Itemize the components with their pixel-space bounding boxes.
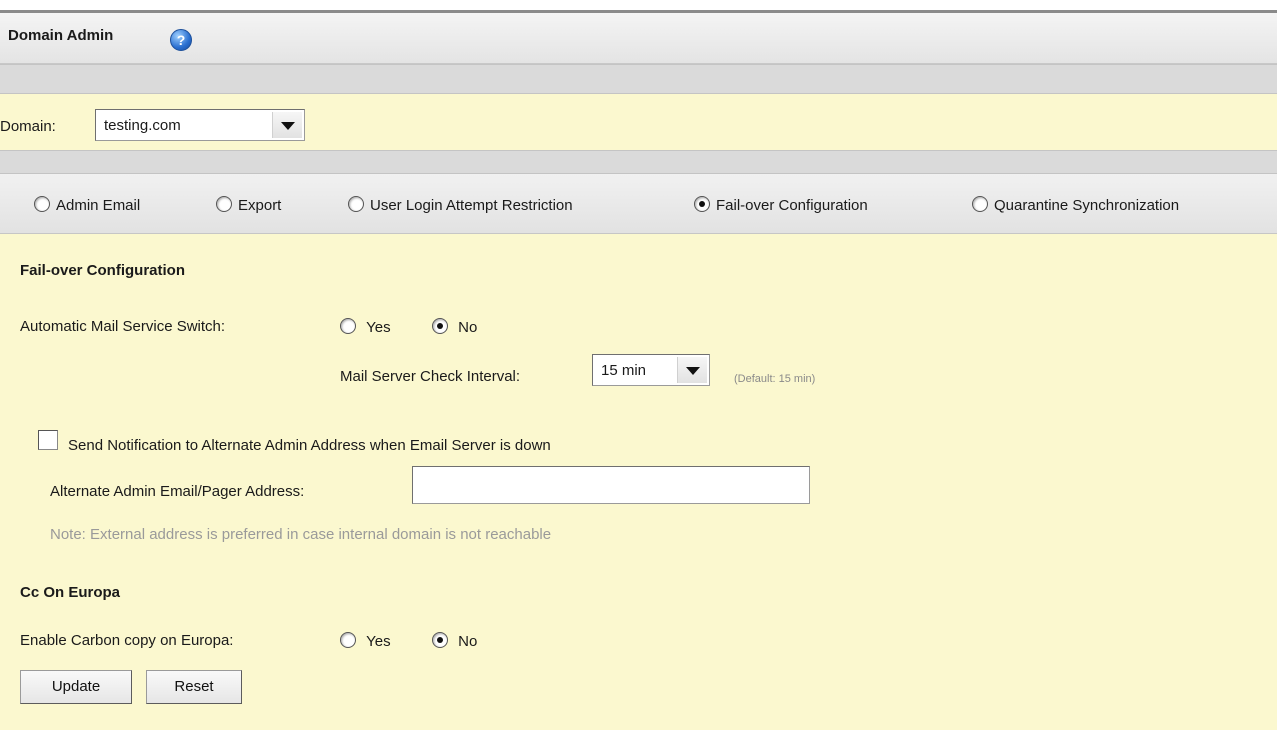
auto-switch-label: Automatic Mail Service Switch: (20, 318, 226, 335)
alt-address-label: Alternate Admin Email/Pager Address: (50, 483, 305, 500)
cc-no-radio[interactable] (432, 632, 448, 648)
page-title: Domain Admin (8, 27, 114, 44)
note-text: Note: External address is preferred in c… (50, 526, 552, 543)
tab-radio[interactable] (694, 196, 710, 212)
check-interval-select[interactable]: 15 min (592, 354, 710, 386)
auto-switch-yes-label: Yes (366, 319, 391, 336)
reset-button[interactable]: Reset (146, 670, 242, 704)
interval-label: Mail Server Check Interval: (340, 368, 521, 385)
tab-label: Admin Email (56, 197, 141, 214)
tab-label: User Login Attempt Restriction (370, 197, 573, 214)
separator-strip (0, 150, 1277, 174)
cc-yes-radio[interactable] (340, 632, 356, 648)
domain-label: Domain: (0, 118, 56, 135)
notify-label: Send Notification to Alternate Admin Add… (68, 437, 551, 454)
section-tabs: Admin Email Export User Login Attempt Re… (0, 174, 1277, 234)
domain-row: Domain: testing.com (0, 94, 1277, 150)
tab-radio[interactable] (34, 196, 50, 212)
domain-select-value: testing.com (104, 117, 181, 134)
update-button[interactable]: Update (20, 670, 132, 704)
auto-switch-no-radio[interactable] (432, 318, 448, 334)
tab-admin-email[interactable]: Admin Email (34, 196, 140, 214)
auto-switch-yes-radio[interactable] (340, 318, 356, 334)
tab-export[interactable]: Export (216, 196, 281, 214)
auto-switch-no[interactable]: No (432, 318, 477, 336)
failover-panel: Fail-over Configuration Automatic Mail S… (0, 234, 1277, 730)
tab-user-login-attempt-restriction[interactable]: User Login Attempt Restriction (348, 196, 573, 214)
cc-no[interactable]: No (432, 632, 477, 650)
interval-select-value: 15 min (601, 362, 647, 379)
tab-radio[interactable] (216, 196, 232, 212)
failover-section-title: Fail-over Configuration (20, 262, 185, 279)
tab-label: Fail-over Configuration (716, 197, 868, 214)
cc-no-label: No (458, 633, 478, 650)
cc-enable-label: Enable Carbon copy on Europa: (20, 632, 234, 649)
tab-radio[interactable] (972, 196, 988, 212)
notify-checkbox[interactable] (38, 430, 58, 450)
tab-radio[interactable] (348, 196, 364, 212)
tab-label: Export (238, 197, 282, 214)
tab-quarantine-synchronization[interactable]: Quarantine Synchronization (972, 196, 1179, 214)
cc-section-title: Cc On Europa (20, 584, 121, 601)
domain-select[interactable]: testing.com (95, 109, 305, 141)
tab-label: Quarantine Synchronization (994, 197, 1180, 214)
cc-yes[interactable]: Yes (340, 632, 391, 650)
help-icon[interactable]: ? (170, 29, 192, 51)
chevron-down-icon[interactable] (677, 357, 707, 383)
separator-strip (0, 64, 1277, 94)
chevron-down-icon[interactable] (272, 112, 302, 138)
auto-switch-yes[interactable]: Yes (340, 318, 391, 336)
interval-hint: (Default: 15 min) (734, 373, 816, 385)
alt-address-input[interactable] (412, 466, 810, 504)
cc-yes-label: Yes (366, 633, 391, 650)
auto-switch-no-label: No (458, 319, 478, 336)
title-bar: Domain Admin ? (0, 10, 1277, 64)
tab-fail-over-configuration[interactable]: Fail-over Configuration (694, 196, 868, 214)
